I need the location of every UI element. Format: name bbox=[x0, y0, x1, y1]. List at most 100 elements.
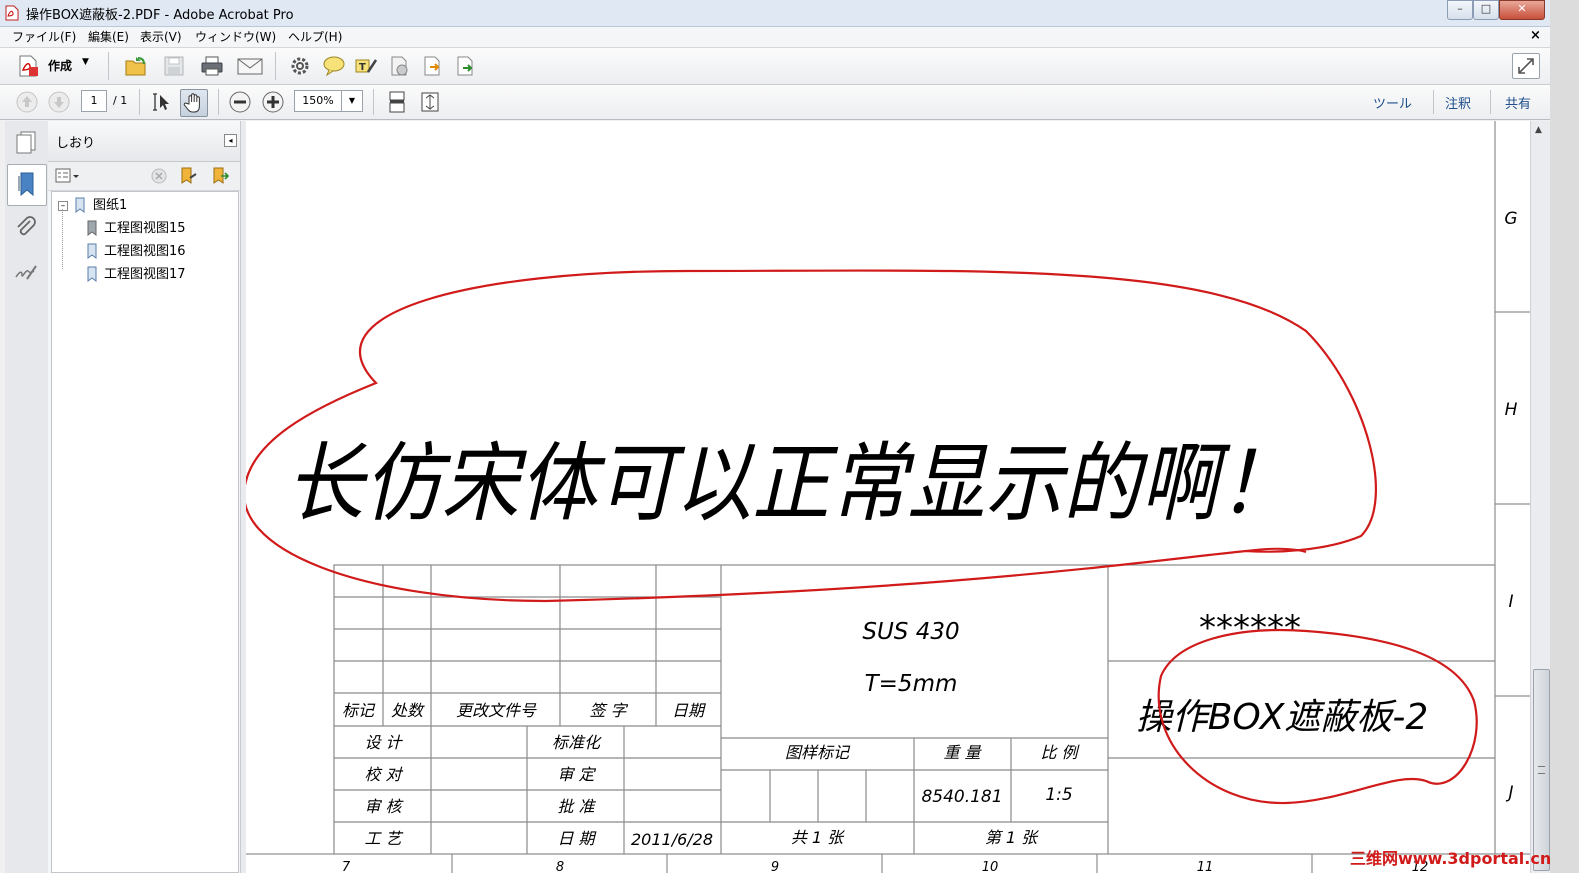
separator bbox=[1433, 90, 1434, 114]
attach-button[interactable] bbox=[386, 54, 412, 78]
zoom-dropdown-chevron-icon[interactable]: ▼ bbox=[341, 90, 363, 112]
signatures-button[interactable] bbox=[13, 259, 39, 285]
zoom-out-button[interactable] bbox=[228, 90, 252, 114]
bookmarks-toolbar bbox=[48, 162, 240, 191]
fit-page-button[interactable] bbox=[418, 90, 442, 114]
separator bbox=[139, 89, 140, 115]
comment-button[interactable] bbox=[321, 54, 347, 78]
hand-tool-button[interactable] bbox=[180, 89, 208, 117]
window-title: 操作BOX遮蔽板-2.PDF - Adobe Acrobat Pro bbox=[26, 8, 294, 23]
attachments-button[interactable] bbox=[13, 215, 39, 241]
delete-bookmark-button[interactable] bbox=[150, 167, 168, 185]
watermark: 三维网www.3dportal.cn bbox=[1350, 849, 1552, 868]
separator bbox=[1490, 90, 1491, 114]
role-check: 校 对 bbox=[364, 765, 403, 784]
close-window-button[interactable]: ✕ bbox=[1499, 0, 1545, 20]
bookmark-icon bbox=[75, 197, 85, 213]
open-folder-icon bbox=[125, 57, 146, 76]
tools-link[interactable]: ツール bbox=[1373, 93, 1412, 112]
bookmarks-tab-button[interactable] bbox=[7, 164, 47, 206]
column-marker: 8 bbox=[556, 860, 564, 873]
header-count: 处数 bbox=[391, 701, 425, 720]
export-button[interactable] bbox=[419, 54, 445, 78]
minimize-button[interactable]: – bbox=[1447, 0, 1473, 20]
page-thumbnails-button[interactable] bbox=[13, 129, 39, 155]
new-bookmark-button[interactable] bbox=[178, 166, 198, 186]
zoom-input[interactable]: 150% bbox=[294, 90, 342, 112]
window-edge bbox=[1550, 0, 1579, 873]
arrow-up-circle-icon bbox=[16, 91, 38, 113]
menu-file[interactable]: ファイル(F) bbox=[9, 28, 79, 46]
create-button[interactable]: 作成 ▼ bbox=[14, 53, 96, 79]
highlight-button[interactable]: T bbox=[353, 54, 379, 78]
column-marker: 7 bbox=[342, 860, 351, 873]
main-toolbar: 作成 ▼ T bbox=[0, 48, 1550, 85]
bookmark-ribbon-icon bbox=[18, 172, 34, 197]
title-bar: 操作BOX遮蔽板-2.PDF - Adobe Acrobat Pro – □ ✕ bbox=[0, 0, 1579, 27]
bookmark-label: 工程图视图16 bbox=[104, 244, 186, 259]
material: SUS 430 bbox=[862, 619, 959, 645]
weight-value: 8540.181 bbox=[921, 787, 1002, 807]
separator bbox=[218, 89, 219, 115]
share-button[interactable] bbox=[452, 54, 478, 78]
zoom-in-button[interactable] bbox=[261, 90, 285, 114]
comment-link[interactable]: 注釈 bbox=[1445, 93, 1471, 112]
approval-date: 日 期 bbox=[557, 829, 596, 848]
scroll-thumb[interactable] bbox=[1533, 669, 1550, 871]
select-tool-button[interactable] bbox=[150, 90, 174, 114]
create-pdf-icon bbox=[19, 55, 38, 77]
expand-bookmark-button[interactable] bbox=[210, 166, 230, 186]
settings-button[interactable] bbox=[287, 54, 313, 78]
next-page-button[interactable] bbox=[47, 90, 71, 114]
bookmark-label: 工程图视图17 bbox=[104, 267, 186, 282]
handwritten-note: 长仿宋体可以正常显示的啊！ bbox=[286, 434, 1296, 534]
menu-view[interactable]: 表示(V) bbox=[137, 28, 185, 46]
share-link[interactable]: 共有 bbox=[1505, 93, 1531, 112]
bookmark-expand-icon bbox=[213, 167, 230, 184]
vertical-scrollbar[interactable]: ▲ bbox=[1530, 121, 1551, 873]
open-button[interactable] bbox=[123, 54, 149, 78]
scroll-up-arrow-icon[interactable]: ▲ bbox=[1535, 125, 1542, 135]
collapse-panel-icon[interactable]: ◂ bbox=[224, 134, 237, 147]
column-marker: 9 bbox=[771, 860, 779, 873]
tree-connector bbox=[62, 209, 64, 269]
document-view[interactable]: G H I J 7 8 9 10 11 12 标记 处数 更改文件号 签 字 日… bbox=[246, 121, 1530, 873]
bookmark-icon bbox=[87, 220, 97, 236]
email-button[interactable] bbox=[237, 54, 263, 78]
menu-window[interactable]: ウィンドウ(W) bbox=[192, 28, 279, 46]
fullscreen-button[interactable] bbox=[1512, 53, 1540, 79]
hand-icon bbox=[183, 93, 200, 113]
printer-icon bbox=[201, 56, 223, 76]
previous-page-button[interactable] bbox=[15, 90, 39, 114]
create-label: 作成 bbox=[48, 59, 73, 73]
close-document-icon[interactable]: × bbox=[1530, 28, 1541, 43]
print-button[interactable] bbox=[199, 54, 225, 78]
save-button[interactable] bbox=[161, 54, 187, 78]
svg-text:T: T bbox=[359, 62, 366, 73]
paperclip-icon bbox=[17, 216, 36, 236]
row-marker-i: I bbox=[1508, 592, 1513, 612]
signature-pen-icon bbox=[15, 265, 37, 280]
scroll-mode-button[interactable] bbox=[385, 90, 409, 114]
drawing-mark-label: 图样标记 bbox=[785, 743, 851, 762]
page-number-input[interactable]: 1 bbox=[81, 90, 107, 112]
pdf-file-icon bbox=[5, 5, 19, 21]
document-remove-icon bbox=[391, 56, 408, 76]
options-menu-button[interactable] bbox=[55, 167, 81, 185]
plus-circle-icon bbox=[262, 91, 284, 113]
menu-bar: ファイル(F) 編集(E) 表示(V) ウィンドウ(W) ヘルプ(H) × bbox=[0, 27, 1550, 48]
gear-icon bbox=[291, 57, 309, 75]
grip-icon bbox=[1538, 766, 1545, 774]
role-process: 工 艺 bbox=[364, 829, 403, 848]
menu-help[interactable]: ヘルプ(H) bbox=[285, 28, 345, 46]
separator bbox=[275, 52, 276, 80]
page-toolbar: 1 / 1 150% ▼ ツール 注釈 共有 bbox=[0, 85, 1550, 120]
menu-edit[interactable]: 編集(E) bbox=[85, 28, 132, 46]
separator bbox=[108, 52, 109, 80]
expand-icon bbox=[1518, 58, 1534, 74]
maximize-button[interactable]: □ bbox=[1473, 0, 1499, 20]
header-mark: 标记 bbox=[342, 701, 376, 720]
row-marker-h: H bbox=[1505, 400, 1518, 420]
role-design: 设 计 bbox=[364, 733, 403, 752]
bookmarks-panel: しおり ◂ – 图纸1 工程图视图15 工程图视图16 工程图视图17 bbox=[48, 121, 241, 873]
